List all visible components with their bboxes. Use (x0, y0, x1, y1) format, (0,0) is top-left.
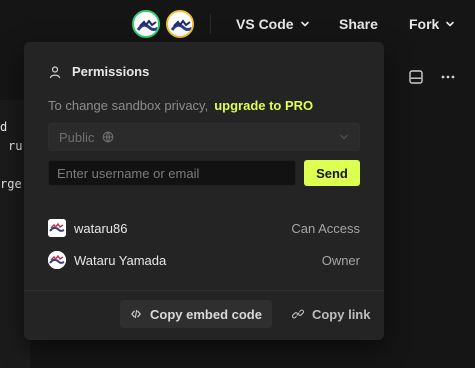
user-icon (49, 65, 61, 78)
code-icon (131, 309, 141, 319)
invite-input[interactable] (48, 160, 296, 186)
vs-code-label: VS Code (236, 16, 294, 32)
code-line: rge (0, 177, 22, 191)
user-role[interactable]: Can Access (291, 221, 360, 236)
globe-icon (103, 131, 114, 143)
privacy-text: To change sandbox privacy, (48, 98, 209, 113)
user-info: wataru86 (48, 219, 127, 237)
user-name: wataru86 (74, 220, 128, 236)
fork-menu[interactable]: Fork (409, 0, 455, 48)
code-line: d (0, 120, 8, 134)
invite-row: Send (48, 160, 360, 186)
privacy-upgrade-message: To change sandbox privacy, upgrade to PR… (48, 98, 313, 113)
avatar (48, 219, 66, 237)
avatar-image (48, 251, 66, 269)
link-icon (291, 309, 304, 319)
editor-actions (407, 68, 457, 86)
copy-link-button[interactable]: Copy link (282, 300, 381, 328)
share-button[interactable]: Share (339, 0, 378, 48)
chevron-down-icon (340, 134, 348, 140)
privacy-select[interactable]: Public (48, 123, 360, 151)
avatar-image (48, 219, 66, 237)
modal-footer: Copy embed code Copy link (120, 300, 380, 328)
layout-toggle-icon (409, 70, 423, 84)
user-name: Wataru Yamada (74, 252, 167, 268)
avatar-image (168, 12, 192, 36)
more-options-icon[interactable] (439, 68, 457, 86)
permissions-title: Permissions (72, 64, 150, 79)
list-item: wataru86 Can Access (48, 212, 360, 244)
upgrade-link[interactable]: upgrade to PRO (214, 98, 313, 113)
user-info: Wataru Yamada (48, 251, 166, 269)
privacy-select-value: Public (59, 129, 95, 145)
user-list: wataru86 Can Access Wataru Yamada Owner (48, 212, 360, 276)
fork-label: Fork (409, 16, 440, 32)
collaborator-avatar[interactable] (132, 10, 160, 38)
copy-link-label: Copy link (311, 306, 371, 322)
permissions-modal: Permissions To change sandbox privacy, u… (24, 42, 384, 340)
topbar-divider (210, 14, 211, 34)
copy-embed-label: Copy embed code (150, 306, 262, 322)
avatar (48, 251, 66, 269)
permissions-header: Permissions (48, 64, 149, 79)
avatar-image (134, 12, 158, 36)
list-item: Wataru Yamada Owner (48, 244, 360, 276)
share-label: Share (339, 16, 378, 32)
code-line: ru (8, 139, 23, 153)
chevron-down-icon (300, 21, 309, 27)
copy-embed-code-button[interactable]: Copy embed code (120, 300, 272, 328)
collaborator-avatar[interactable] (166, 10, 194, 38)
top-bar: VS Code Share Fork (0, 0, 475, 48)
user-role: Owner (321, 252, 360, 268)
modal-divider (24, 290, 384, 291)
vs-code-menu[interactable]: VS Code (236, 0, 310, 48)
send-button[interactable]: Send (304, 160, 360, 186)
privacy-select-left: Public (59, 130, 114, 145)
layout-toggle-icon[interactable] (407, 68, 425, 86)
chevron-down-icon (446, 21, 455, 27)
more-options-icon (441, 75, 455, 79)
